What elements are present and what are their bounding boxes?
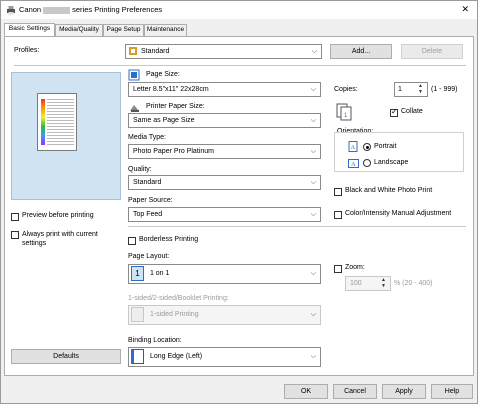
always-print-current-label: Always print with current settings [22, 231, 98, 247]
chevron-down-icon: ⌵ [310, 353, 316, 360]
page-layout-label: Page Layout: [128, 253, 170, 260]
bw-photo-print-checkbox[interactable] [334, 188, 342, 196]
media-type-label: Media Type: [128, 134, 167, 141]
binding-location-dropdown[interactable]: Long Edge (Left) ⌵ [128, 347, 321, 367]
defaults-button[interactable]: Defaults [11, 349, 121, 364]
preview-text-lines [47, 99, 74, 145]
portrait-icon: A [348, 141, 358, 152]
preview-before-printing-checkbox[interactable] [11, 213, 19, 221]
profiles-label: Profiles: [14, 47, 40, 54]
landscape-icon: A [348, 159, 359, 168]
zoom-checkbox[interactable] [334, 265, 342, 273]
tab-page-setup[interactable]: Page Setup [103, 24, 144, 36]
chevron-down-icon: ⌵ [311, 48, 317, 55]
divider [128, 226, 466, 227]
svg-text:A: A [351, 144, 356, 151]
spinner-icon[interactable]: ▲ ▼ [418, 83, 423, 95]
page-layout-dropdown[interactable]: 1 1 on 1 ⌵ [128, 264, 321, 284]
print-preview [11, 72, 121, 200]
redacted-model [43, 6, 71, 14]
portrait-radio[interactable] [363, 143, 371, 151]
chevron-down-icon: ⌵ [310, 117, 316, 124]
add-profile-button[interactable]: Add... [330, 44, 392, 59]
profiles-dropdown[interactable]: Standard ⌵ [125, 44, 322, 59]
spinner-icon[interactable]: ▲ ▼ [381, 277, 386, 289]
borderless-printing-label: Borderless Printing [139, 236, 199, 243]
divider [14, 65, 466, 66]
chevron-down-icon: ⌵ [310, 311, 316, 318]
duplex-label: 1-sided/2-sided/Booklet Printing: [128, 295, 229, 302]
preview-paper [37, 93, 77, 151]
printer-paper-size-label: Printer Paper Size: [146, 103, 205, 110]
cancel-button[interactable]: Cancel [333, 384, 377, 399]
printing-preferences-window: Canon series Printing Preferences ✕ Basic… [0, 0, 478, 404]
paper-source-dropdown[interactable]: Top Feed ⌵ [128, 207, 321, 222]
tab-media-quality[interactable]: Media/Quality [55, 24, 103, 36]
basic-settings-panel: Profiles: Standard ⌵ Add... Delete Previe… [4, 36, 474, 376]
copies-label: Copies: [334, 86, 358, 93]
chevron-down-icon: ⌵ [310, 179, 316, 186]
chevron-down-icon: ⌵ [310, 148, 316, 155]
page-size-dropdown[interactable]: Letter 8.5"x11" 22x28cm ⌵ [128, 82, 321, 97]
portrait-label: Portrait [374, 143, 397, 150]
tab-basic-settings[interactable]: Basic Settings [4, 23, 55, 36]
window-title: Canon series Printing Preferences [19, 5, 163, 14]
chevron-down-icon: ⌵ [310, 270, 316, 277]
preview-before-printing-label: Preview before printing [22, 212, 94, 219]
page-size-icon [128, 69, 140, 81]
printer-icon [7, 6, 15, 15]
borderless-printing-checkbox[interactable] [128, 237, 136, 245]
apply-button[interactable]: Apply [382, 384, 426, 399]
bw-photo-print-label: Black and White Photo Print [345, 187, 433, 194]
collate-icon: 1 [336, 103, 352, 121]
tab-maintenance[interactable]: Maintenance [144, 24, 187, 36]
paper-source-label: Paper Source: [128, 197, 173, 204]
profile-icon [129, 47, 137, 55]
close-icon[interactable]: ✕ [461, 4, 469, 15]
page-layout-icon: 1 [131, 265, 144, 281]
binding-icon [131, 348, 144, 364]
quality-label: Quality: [128, 166, 152, 173]
collate-label: Collate [401, 108, 423, 115]
printer-paper-size-dropdown[interactable]: Same as Page Size ⌵ [128, 113, 321, 128]
one-sided-icon [131, 306, 144, 322]
landscape-radio[interactable] [363, 159, 371, 167]
copies-input[interactable]: 1 ▲ ▼ [394, 82, 428, 97]
copies-range: (1 - 999) [431, 86, 458, 93]
color-intensity-checkbox[interactable] [334, 211, 342, 219]
help-button[interactable]: Help [431, 384, 473, 399]
chevron-down-icon: ⌵ [310, 211, 316, 218]
preview-image [41, 99, 45, 145]
title-bar: Canon series Printing Preferences ✕ [1, 1, 477, 19]
collate-checkbox[interactable] [390, 107, 398, 117]
zoom-input[interactable]: 100 ▲ ▼ [345, 276, 391, 291]
page-size-label: Page Size: [146, 71, 180, 78]
chevron-down-icon: ⌵ [310, 86, 316, 93]
svg-text:A: A [351, 161, 356, 168]
landscape-label: Landscape [374, 159, 409, 166]
quality-dropdown[interactable]: Standard ⌵ [128, 175, 321, 190]
duplex-dropdown[interactable]: 1-sided Printing ⌵ [128, 305, 321, 325]
zoom-label: Zoom: [345, 264, 365, 271]
delete-profile-button[interactable]: Delete [401, 44, 463, 59]
binding-location-label: Binding Location: [128, 337, 182, 344]
zoom-range: % (20 - 400) [394, 280, 433, 287]
always-print-current-checkbox[interactable] [11, 231, 19, 239]
media-type-dropdown[interactable]: Photo Paper Pro Platinum ⌵ [128, 144, 321, 159]
color-intensity-label: Color/Intensity Manual Adjustment [345, 210, 452, 217]
ok-button[interactable]: OK [284, 384, 328, 399]
